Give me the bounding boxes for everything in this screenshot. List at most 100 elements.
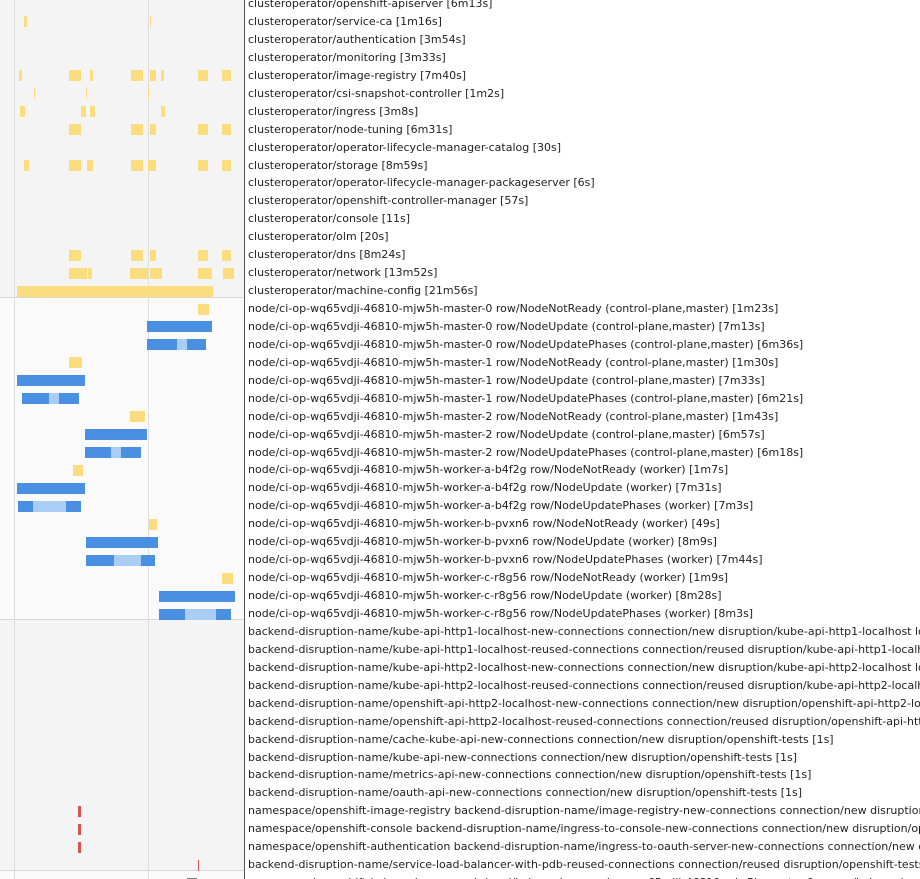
timeline-bar[interactable] [222, 70, 231, 82]
timeline-bar-phase[interactable] [114, 554, 141, 566]
timeline-bar[interactable] [222, 249, 231, 261]
row-label: backend-disruption-name/kube-api-http1-l… [248, 642, 920, 656]
section-disruptions [0, 619, 245, 870]
row-label: node/ci-op-wq65vdji-46810-mjw5h-master-1… [248, 355, 779, 369]
row-label: backend-disruption-name/service-load-bal… [248, 858, 920, 872]
timeline-bar[interactable] [69, 70, 81, 82]
timeline-bar[interactable] [131, 124, 143, 136]
row-label: clusteroperator/operator-lifecycle-manag… [248, 140, 562, 154]
timeline-bar[interactable] [161, 70, 164, 82]
row-label: clusteroperator/csi-snapshot-controller … [248, 86, 505, 100]
timeline-bar[interactable] [69, 160, 81, 171]
timeline-bar[interactable] [34, 88, 35, 100]
section-nodes [0, 297, 245, 619]
timeline-bar[interactable] [148, 160, 156, 171]
timeline-bar[interactable] [198, 249, 208, 261]
timeline-bar[interactable] [85, 429, 147, 441]
time-gridline [14, 0, 15, 879]
timeline-bar[interactable] [148, 88, 149, 100]
row-label: clusteroperator/network [13m52s] [248, 266, 438, 280]
row-label: node/ci-op-wq65vdji-46810-mjw5h-master-0… [248, 337, 804, 351]
timeline-bar[interactable] [198, 124, 208, 136]
timeline-bar-phase[interactable] [33, 500, 66, 512]
timeline-bar[interactable] [222, 572, 233, 584]
timeline-bar[interactable] [150, 267, 162, 279]
timeline-bar[interactable] [17, 375, 85, 387]
timeline-bar[interactable] [131, 249, 143, 261]
timeline-bar[interactable] [223, 267, 234, 279]
timeline-bar-phase[interactable] [111, 447, 121, 458]
timeline-bar-phase[interactable] [49, 393, 59, 405]
row-label: node/ci-op-wq65vdji-46810-mjw5h-master-0… [248, 319, 765, 333]
timeline-bar[interactable] [66, 500, 81, 512]
timeline-bar[interactable] [147, 339, 177, 351]
timeline-bar[interactable] [130, 411, 145, 423]
timeline-bar[interactable] [86, 536, 158, 548]
timeline-bar[interactable] [198, 267, 212, 279]
row-label: node/ci-op-wq65vdji-46810-mjw5h-master-2… [248, 427, 765, 441]
timeline-bar[interactable] [131, 160, 143, 171]
timeline-bar[interactable] [130, 267, 148, 279]
timeline-bar[interactable] [147, 321, 212, 333]
timeline-bar[interactable] [216, 608, 231, 620]
timeline-bar[interactable] [150, 70, 156, 82]
row-label: node/ci-op-wq65vdji-46810-mjw5h-master-2… [248, 445, 804, 459]
timeline-bar[interactable] [150, 16, 151, 28]
row-label: node/ci-op-wq65vdji-46810-mjw5h-master-1… [248, 391, 804, 405]
timeline-bar[interactable] [78, 841, 81, 853]
timeline-bar[interactable] [69, 124, 81, 136]
timeline-bar[interactable] [121, 447, 141, 458]
timeline-bar[interactable] [17, 482, 85, 494]
timeline-bar[interactable] [24, 16, 27, 28]
timeline-bar[interactable] [222, 124, 231, 136]
timeline-bar[interactable] [18, 500, 33, 512]
timeline-bar[interactable] [81, 106, 86, 118]
timeline-bar[interactable] [187, 339, 206, 351]
row-label: node/ci-op-wq65vdji-46810-mjw5h-worker-a… [248, 463, 729, 477]
timeline-bar[interactable] [150, 124, 156, 136]
section-kube-apiserver [0, 870, 245, 879]
timeline-bar-phase[interactable] [185, 608, 216, 620]
timeline-bar[interactable] [90, 70, 93, 82]
row-label: backend-disruption-name/openshift-api-ht… [248, 714, 920, 728]
timeline-bar[interactable] [69, 267, 87, 279]
timeline-bar[interactable] [198, 70, 208, 82]
row-label: node/ci-op-wq65vdji-46810-mjw5h-worker-b… [248, 553, 763, 567]
timeline-bar[interactable] [78, 805, 81, 817]
row-label: backend-disruption-name/oauth-api-new-co… [248, 786, 803, 800]
timeline-bar[interactable] [149, 518, 157, 530]
timeline-bar[interactable] [198, 303, 209, 315]
timeline-bar[interactable] [78, 823, 81, 835]
timeline-bar[interactable] [69, 357, 82, 369]
timeline-bar[interactable] [59, 393, 79, 405]
section-divider [0, 870, 245, 871]
timeline-bar[interactable] [22, 393, 49, 405]
timeline-bar[interactable] [150, 249, 156, 261]
timeline-bar[interactable] [19, 70, 22, 82]
timeline-bar[interactable] [131, 70, 143, 82]
timeline-bar[interactable] [159, 608, 185, 620]
timeline-bar[interactable] [24, 160, 29, 171]
timeline-bar[interactable] [159, 590, 235, 602]
timeline-bar[interactable] [222, 160, 231, 171]
timeline-bar[interactable] [198, 160, 208, 171]
row-label: clusteroperator/storage [8m59s] [248, 158, 428, 172]
timeline-bar[interactable] [198, 859, 199, 871]
timeline-bar[interactable] [86, 88, 87, 100]
timeline-bar[interactable] [88, 267, 92, 279]
timeline-bar[interactable] [20, 106, 25, 118]
row-label: node/ci-op-wq65vdji-46810-mjw5h-master-1… [248, 373, 765, 387]
timeline-bar[interactable] [161, 106, 165, 118]
timeline-bar[interactable] [90, 106, 95, 118]
timeline-bar[interactable] [87, 160, 93, 171]
row-label: node/ci-op-wq65vdji-46810-mjw5h-worker-b… [248, 535, 717, 549]
row-label: namespace/openshift-authentication backe… [248, 840, 920, 854]
timeline-bar[interactable] [17, 285, 213, 297]
timeline-bar[interactable] [85, 447, 111, 458]
section-divider [0, 297, 245, 298]
timeline-bar[interactable] [69, 249, 81, 261]
timeline-bar-phase[interactable] [177, 339, 187, 351]
timeline-bar[interactable] [141, 554, 155, 566]
timeline-bar[interactable] [73, 464, 83, 476]
timeline-bar[interactable] [86, 554, 114, 566]
